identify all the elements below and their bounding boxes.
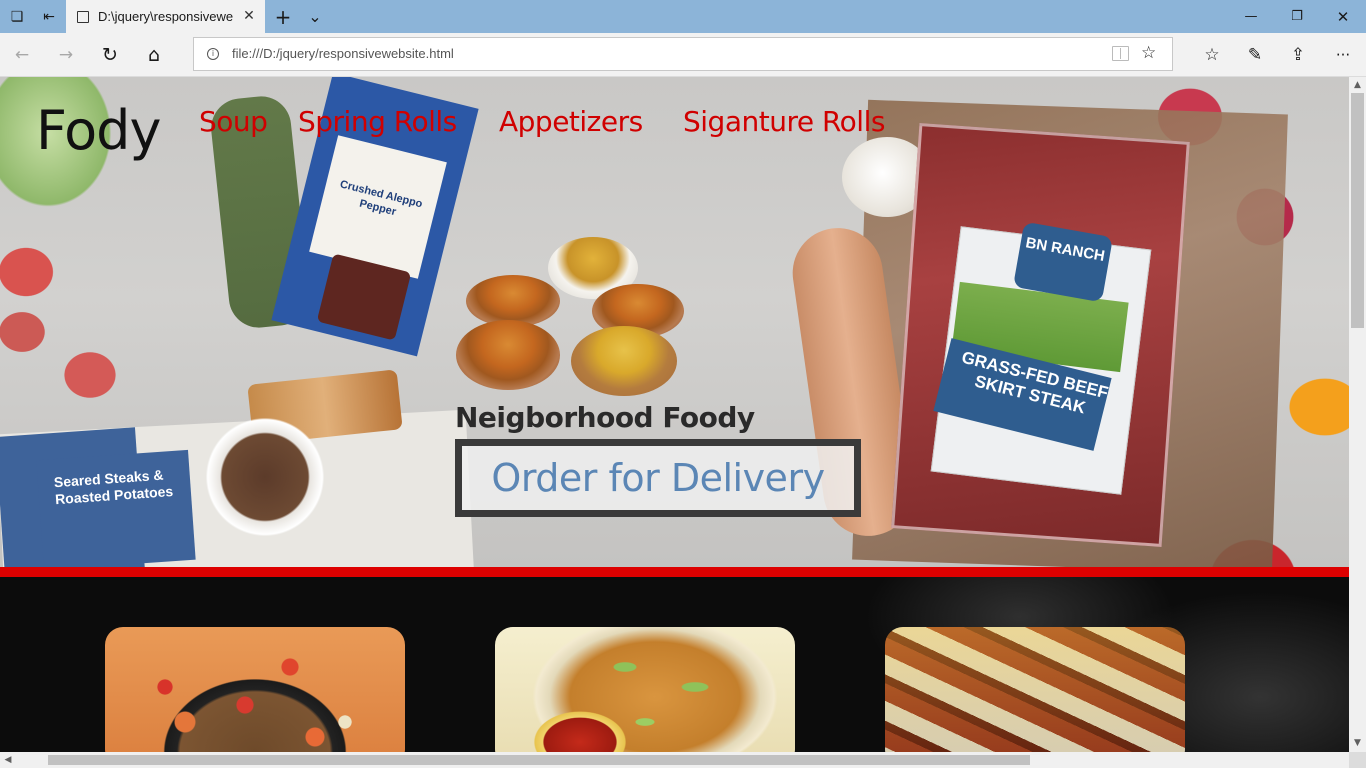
tabs-aside-icon[interactable]: ❏ — [0, 0, 34, 33]
minimize-button[interactable]: — — [1228, 0, 1274, 33]
address-bar[interactable]: i file:///D:/jquery/responsivewebsite.ht… — [193, 37, 1173, 71]
menu-card-signature-rolls[interactable] — [885, 627, 1185, 752]
nav-link-appetizers[interactable]: Appetizers — [499, 105, 643, 138]
hero-banner: Crushed Aleppo Pepper Seared Steaks & Ro… — [0, 77, 1349, 595]
nav-link-signature-rolls[interactable]: Siganture Rolls — [683, 105, 885, 138]
reading-view-icon[interactable] — [1112, 46, 1129, 61]
more-menu-icon[interactable]: ··· — [1327, 39, 1359, 71]
section-divider — [0, 567, 1349, 577]
bowl-image — [456, 320, 560, 390]
vertical-scrollbar[interactable]: ▲ ▼ — [1349, 77, 1366, 752]
restore-button[interactable]: ❐ — [1274, 0, 1320, 33]
add-favorite-star-icon[interactable]: ☆ — [1141, 43, 1156, 63]
browser-tab[interactable]: D:\jquery\responsivewe ✕ — [66, 0, 265, 33]
set-tabs-aside-icon[interactable]: ⇤ — [32, 0, 66, 33]
spring-rolls-image — [495, 627, 795, 752]
horizontal-scrollbar[interactable]: ◀ — [0, 752, 1349, 768]
scroll-left-arrow-icon[interactable]: ◀ — [0, 752, 16, 768]
tab-list-chevron-down-icon[interactable]: ⌄ — [298, 0, 332, 33]
url-text[interactable]: file:///D:/jquery/responsivewebsite.html — [232, 46, 454, 61]
favorites-hub-icon[interactable]: ☆ — [1196, 39, 1228, 71]
tab-close-icon[interactable]: ✕ — [241, 8, 257, 24]
vertical-scroll-thumb[interactable] — [1351, 93, 1364, 328]
share-icon[interactable]: ⇪ — [1282, 39, 1314, 71]
refresh-button[interactable]: ↻ — [94, 39, 126, 71]
plate-image — [195, 412, 335, 542]
browser-nav-bar: ← → ↻ ⌂ i file:///D:/jquery/responsivewe… — [0, 33, 1366, 77]
page-icon — [77, 10, 89, 23]
scroll-down-arrow-icon[interactable]: ▼ — [1349, 735, 1366, 752]
bowl-image — [571, 326, 677, 396]
tagline: Neigborhood Foody — [455, 401, 755, 434]
menu-card-soup[interactable] — [105, 627, 405, 752]
horizontal-scroll-thumb[interactable] — [48, 755, 1030, 765]
site-logo[interactable]: Fody — [36, 99, 161, 162]
page-viewport: Crushed Aleppo Pepper Seared Steaks & Ro… — [0, 77, 1349, 752]
web-notes-icon[interactable]: ✎ — [1239, 39, 1271, 71]
tab-title: D:\jquery\responsivewe — [98, 9, 234, 24]
back-button[interactable]: ← — [6, 39, 38, 71]
home-button[interactable]: ⌂ — [138, 39, 170, 71]
scrollbar-corner — [1349, 752, 1366, 768]
recipe-card-text: Seared Steaks & Roasted Potatoes — [36, 449, 196, 571]
signature-rolls-image — [885, 627, 1185, 752]
scroll-up-arrow-icon[interactable]: ▲ — [1349, 77, 1366, 94]
nav-link-spring-rolls[interactable]: Spring Rolls — [298, 105, 457, 138]
menu-card-spring-rolls[interactable] — [495, 627, 795, 752]
order-delivery-button[interactable]: Order for Delivery — [455, 439, 861, 517]
forward-button[interactable]: → — [50, 39, 82, 71]
nav-link-soup[interactable]: Soup — [199, 105, 268, 138]
soup-image — [105, 627, 405, 752]
close-window-button[interactable]: ✕ — [1320, 0, 1366, 33]
browser-title-bar: ❏ ⇤ D:\jquery\responsivewe ✕ + ⌄ — ❐ ✕ — [0, 0, 1366, 33]
new-tab-button[interactable]: + — [266, 0, 300, 33]
site-info-icon[interactable]: i — [207, 48, 219, 60]
